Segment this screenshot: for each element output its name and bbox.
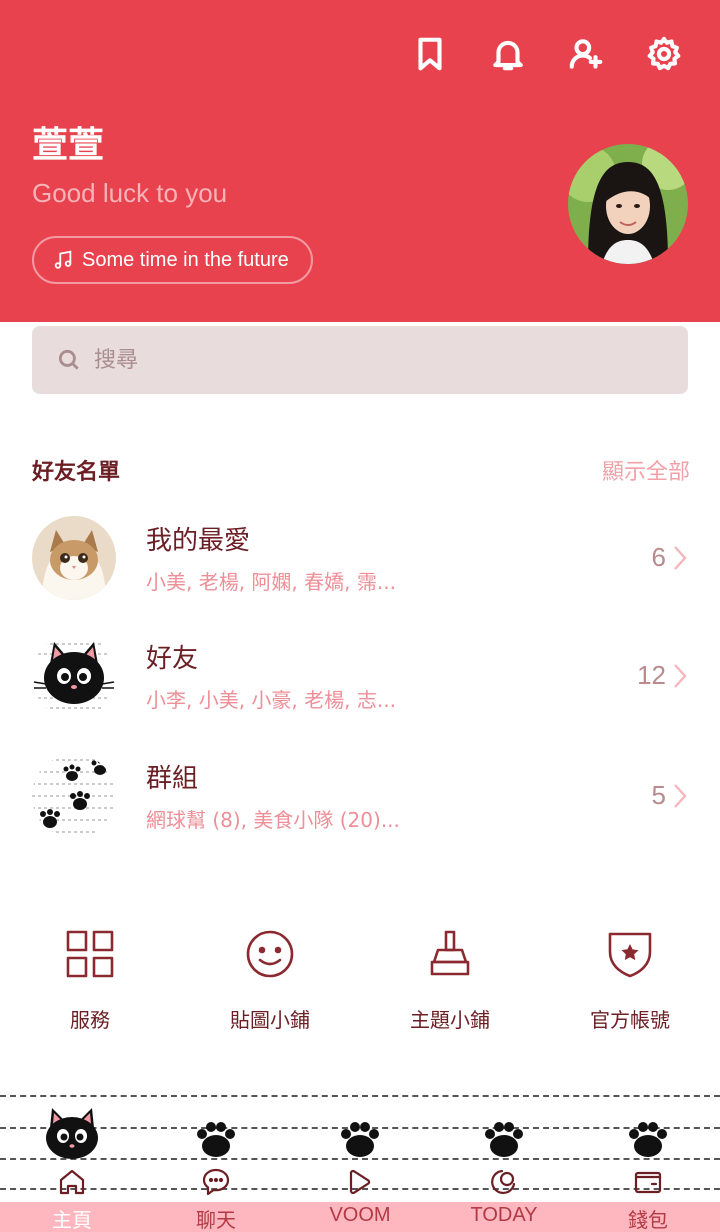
wallet-icon [632, 1166, 664, 1198]
grid-icon [66, 930, 114, 978]
tab-label: TODAY [470, 1204, 538, 1226]
chat-icon [200, 1166, 232, 1198]
group-count: 5 [651, 780, 666, 810]
service-button-theme-shop[interactable]: 主題小鋪 [360, 926, 540, 1033]
black-cat-thumbnail [32, 634, 116, 718]
group-members: 網球幫 (8), 美食小隊 (20)... [146, 808, 400, 832]
music-note-icon [54, 250, 72, 269]
bookmark-icon[interactable] [410, 32, 450, 76]
group-members: 小李, 小美, 小豪, 老楊, 志... [146, 688, 396, 712]
voom-play-icon [344, 1166, 376, 1198]
service-label: 主題小鋪 [410, 1008, 490, 1032]
chevron-right-icon [672, 544, 688, 572]
music-label: Some time in the future [82, 248, 289, 271]
bell-icon[interactable] [488, 32, 528, 76]
tab-home[interactable]: 主頁 [0, 1104, 144, 1232]
profile-avatar[interactable] [568, 144, 688, 264]
service-label: 貼圖小鋪 [230, 1008, 310, 1032]
chevron-right-icon [672, 782, 688, 810]
group-title: 群組 [146, 764, 199, 794]
smiley-icon [246, 930, 294, 978]
friend-list-title: 好友名單 [32, 460, 121, 485]
service-button-services[interactable]: 服務 [0, 926, 180, 1033]
brush-icon [430, 930, 470, 976]
group-members: 小美, 老楊, 阿嫻, 春嬌, 霈... [146, 570, 396, 594]
group-count: 6 [651, 542, 666, 572]
group-title: 好友 [146, 644, 199, 674]
tab-label: 主頁 [52, 1210, 92, 1232]
profile-header: 萱萱 Good luck to you Some time in the fut… [0, 0, 720, 322]
show-all-link[interactable]: 顯示全部 [602, 454, 690, 486]
gear-icon[interactable] [644, 32, 684, 76]
cat-photo-thumbnail [32, 516, 116, 600]
service-button-sticker-shop[interactable]: 貼圖小鋪 [180, 926, 360, 1033]
service-button-official-accounts[interactable]: 官方帳號 [540, 926, 720, 1033]
profile-music-button[interactable]: Some time in the future [32, 236, 313, 284]
search-bar[interactable] [32, 326, 688, 394]
today-icon [488, 1166, 520, 1198]
paw-decoration-icon [197, 1122, 235, 1157]
shield-star-icon [608, 932, 652, 978]
service-label: 官方帳號 [590, 1008, 670, 1032]
paw-prints-thumbnail [32, 754, 116, 838]
service-label: 服務 [70, 1008, 110, 1032]
chevron-right-icon [672, 662, 688, 690]
add-friend-icon[interactable] [566, 32, 606, 76]
friend-group-groups[interactable]: 群組 網球幫 (8), 美食小隊 (20)... 5 [0, 754, 720, 872]
tab-today[interactable]: TODAY [432, 1104, 576, 1232]
search-icon [58, 349, 79, 370]
tab-label: VOOM [329, 1204, 391, 1226]
search-input[interactable] [94, 347, 654, 373]
header-toolbar [410, 32, 684, 76]
paw-decoration-icon [341, 1122, 379, 1157]
friend-group-favorites[interactable]: 我的最愛 小美, 老楊, 阿嫻, 春嬌, 霈... 6 [0, 516, 720, 634]
group-count: 12 [637, 660, 666, 690]
tab-chat[interactable]: 聊天 [144, 1104, 288, 1232]
black-cat-decoration-icon [46, 1108, 98, 1159]
home-icon [56, 1166, 88, 1198]
tab-wallet[interactable]: 錢包 [576, 1104, 720, 1232]
profile-name[interactable]: 萱萱 [32, 116, 104, 168]
paw-decoration-icon [629, 1122, 667, 1157]
tab-label: 聊天 [196, 1210, 236, 1232]
group-title: 我的最愛 [146, 526, 251, 556]
status-message[interactable]: Good luck to you [32, 178, 227, 209]
friend-group-friends[interactable]: 好友 小李, 小美, 小豪, 老楊, 志... 12 [0, 634, 720, 752]
nav-divider [0, 1095, 720, 1097]
paw-decoration-icon [485, 1122, 523, 1157]
tab-voom[interactable]: VOOM [288, 1104, 432, 1232]
tab-label: 錢包 [628, 1210, 668, 1232]
